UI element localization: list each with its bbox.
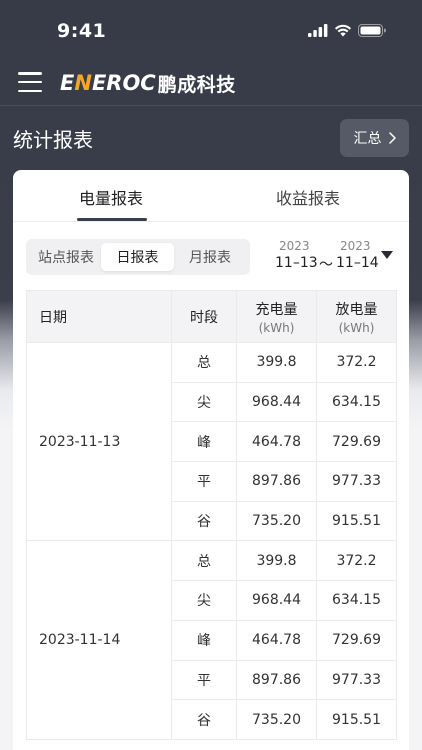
caret-down-icon[interactable] xyxy=(381,251,393,259)
table-row: 2023-11-14 总 399.8 372.2 xyxy=(26,540,397,740)
discharge-cell: 915.51 xyxy=(316,699,397,740)
cellular-signal-icon xyxy=(308,24,328,37)
report-tabs: 电量报表 收益报表 xyxy=(13,170,409,222)
energy-table: 日期 时段 充电量 (kWh) 放电量 (kWh) 2023-11-13 总 399… xyxy=(26,290,397,740)
tab-energy-report[interactable]: 电量报表 xyxy=(79,185,143,209)
wifi-icon xyxy=(334,24,352,37)
report-card: 电量报表 收益报表 站点报表 日报表 月报表 2023 11–13 ～ 2023… xyxy=(13,170,409,750)
discharge-cell: 634.15 xyxy=(316,580,397,621)
header-charge-label: 充电量 xyxy=(255,301,298,318)
tab-revenue-report[interactable]: 收益报表 xyxy=(276,185,340,209)
page-title: 统计报表 xyxy=(13,128,93,152)
period-cell: 平 xyxy=(171,659,237,701)
end-date: 11–14 xyxy=(336,255,379,271)
nav-bar: E N EROC 鹏成科技 xyxy=(0,60,422,106)
discharge-cell: 977.33 xyxy=(316,659,397,701)
discharge-cell: 729.69 xyxy=(316,421,397,463)
status-time: 9:41 xyxy=(57,20,107,42)
chevron-right-icon xyxy=(388,132,396,144)
period-cell: 尖 xyxy=(171,381,237,423)
charge-cell: 464.78 xyxy=(236,421,317,463)
charge-cell: 735.20 xyxy=(236,500,317,542)
period-cell: 峰 xyxy=(171,421,237,463)
period-cell: 平 xyxy=(171,461,237,502)
header-discharge-unit: (kWh) xyxy=(338,320,375,335)
charge-cell: 399.8 xyxy=(236,342,317,383)
charge-cell: 968.44 xyxy=(236,580,317,621)
logo-letter-n: N xyxy=(74,71,92,95)
discharge-cell: 977.33 xyxy=(316,461,397,502)
menu-icon[interactable] xyxy=(18,72,42,92)
discharge-cell: 729.69 xyxy=(316,619,397,661)
segment-monthly-report[interactable]: 月报表 xyxy=(176,243,244,271)
discharge-cell: 634.15 xyxy=(316,381,397,423)
period-cell: 峰 xyxy=(171,619,237,661)
title-row: 统计报表 汇总 xyxy=(0,118,422,158)
status-icons xyxy=(308,24,386,37)
logo-chinese-name: 鹏成科技 xyxy=(157,73,236,96)
period-cell: 总 xyxy=(171,342,237,383)
charge-cell: 464.78 xyxy=(236,619,317,661)
discharge-cell: 372.2 xyxy=(316,540,397,582)
header-charge-unit: (kWh) xyxy=(258,320,295,335)
report-type-segmented-control: 站点报表 日报表 月报表 xyxy=(26,239,250,275)
end-year: 2023 xyxy=(340,239,371,253)
charge-cell: 897.86 xyxy=(236,461,317,502)
period-cell: 谷 xyxy=(171,699,237,740)
active-tab-indicator xyxy=(77,218,147,221)
segment-station-report[interactable]: 站点报表 xyxy=(32,243,100,271)
header-discharge: 放电量 (kWh) xyxy=(316,290,397,343)
start-year: 2023 xyxy=(279,239,310,253)
table-row: 2023-11-13 总 399.8 372.2 xyxy=(26,341,397,542)
brand-logo: E N EROC 鹏成科技 xyxy=(60,70,236,96)
date-cell: 2023-11-13 xyxy=(26,341,172,542)
charge-cell: 897.86 xyxy=(236,659,317,701)
battery-icon xyxy=(358,24,386,37)
table-header-row: 日期 时段 充电量 (kWh) 放电量 (kWh) xyxy=(26,290,397,343)
logo-letter-e: E xyxy=(60,71,75,95)
start-date: 11–13 xyxy=(275,255,318,271)
summary-button-label: 汇总 xyxy=(353,131,382,147)
charge-cell: 735.20 xyxy=(236,699,317,740)
header-date: 日期 xyxy=(26,290,172,343)
charge-cell: 399.8 xyxy=(236,540,317,582)
period-cell: 谷 xyxy=(171,500,237,542)
discharge-cell: 915.51 xyxy=(316,500,397,542)
period-cell: 尖 xyxy=(171,580,237,621)
logo-letters-eroc: EROC xyxy=(91,71,156,95)
status-bar: 9:41 xyxy=(0,0,422,60)
discharge-cell: 372.2 xyxy=(316,342,397,383)
header-period: 时段 xyxy=(171,290,237,343)
summary-button[interactable]: 汇总 xyxy=(340,119,409,157)
header-charge: 充电量 (kWh) xyxy=(236,290,317,343)
period-cell: 总 xyxy=(171,540,237,582)
date-separator: ～ xyxy=(319,257,333,273)
header-discharge-label: 放电量 xyxy=(335,301,378,318)
date-cell: 2023-11-14 xyxy=(26,540,172,740)
charge-cell: 968.44 xyxy=(236,381,317,423)
segment-daily-report[interactable]: 日报表 xyxy=(101,243,174,271)
